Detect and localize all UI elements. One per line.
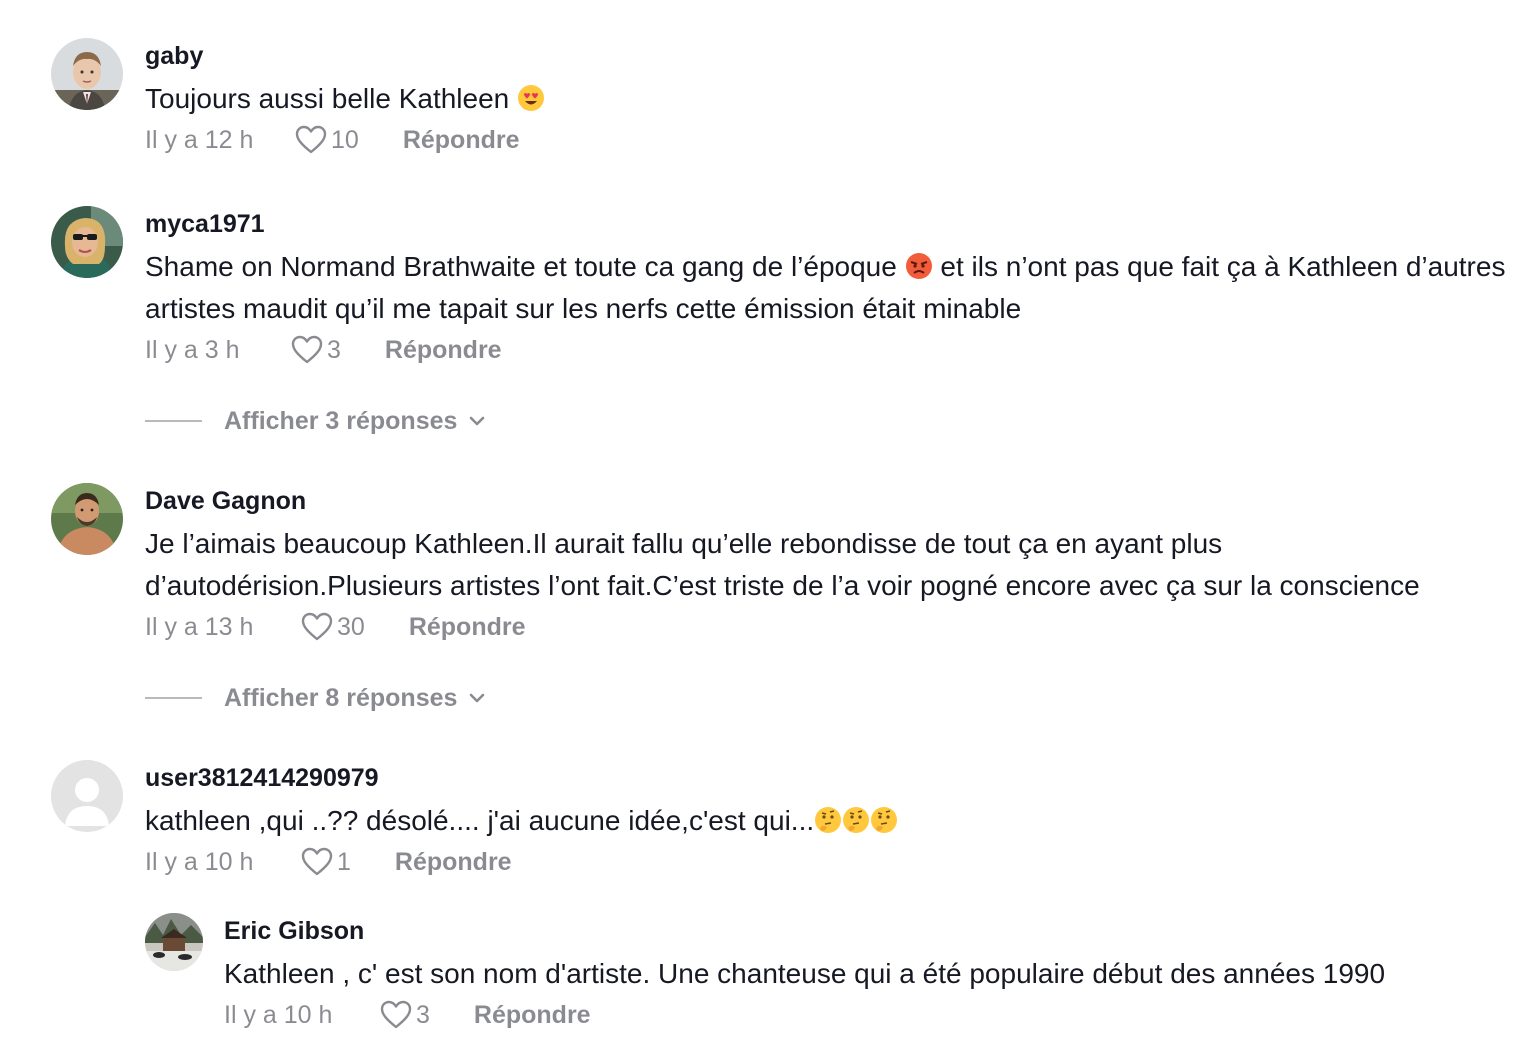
chevron-down-icon: [470, 416, 485, 426]
comment-text: Kathleen , c' est son nom d'artiste. Une…: [224, 953, 1518, 995]
like-button[interactable]: 3: [380, 1000, 430, 1030]
comment-body: user3812414290979 kathleen ,qui ..?? dés…: [145, 760, 1518, 882]
heart-outline-icon: [295, 125, 327, 154]
comment-text-content: kathleen ,qui ..?? désolé.... j'ai aucun…: [145, 805, 815, 836]
like-count: 1: [337, 847, 351, 876]
comment-time: Il y a 12 h: [145, 125, 254, 154]
comment-meta: Il y a 10 h 3 Répondre: [224, 995, 1518, 1035]
comment-item: Dave Gagnon Je l’aimais beaucoup Kathlee…: [51, 483, 1518, 653]
avatar[interactable]: [51, 760, 123, 832]
angry-face-emoji-icon: [905, 250, 933, 279]
like-button[interactable]: 3: [291, 335, 341, 365]
comment-body: myca1971 Shame on Normand Brathwaite et …: [145, 206, 1518, 370]
like-button[interactable]: 10: [295, 125, 359, 155]
chevron-down-icon: [470, 693, 485, 703]
avatar[interactable]: [51, 483, 123, 555]
divider-line: [145, 420, 202, 422]
comment-username[interactable]: user3812414290979: [145, 760, 1518, 796]
thinking-face-emoji-icon: [814, 804, 842, 833]
comment-body: Eric Gibson Kathleen , c' est son nom d'…: [224, 913, 1518, 1035]
reply-item: Eric Gibson Kathleen , c' est son nom d'…: [145, 913, 1518, 1043]
comment-text: Toujours aussi belle Kathleen: [145, 78, 1518, 120]
comment-meta: Il y a 10 h 1 Répondre: [145, 842, 1518, 882]
like-count: 3: [416, 1000, 430, 1029]
comment-meta: Il y a 12 h 10 Répondre: [145, 120, 1518, 160]
heart-eyes-emoji-icon: [517, 82, 545, 111]
comment-meta: Il y a 13 h 30 Répondre: [145, 607, 1518, 647]
avatar-image-woman: [51, 206, 123, 278]
reply-button[interactable]: Répondre: [409, 613, 526, 642]
view-replies-label: Afficher 8 réponses: [224, 683, 458, 712]
comment-text-content: Je l’aimais beaucoup Kathleen.Il aurait …: [145, 528, 1420, 601]
comment-time: Il y a 10 h: [145, 847, 254, 876]
comment-text: Shame on Normand Brathwaite et toute ca …: [145, 246, 1518, 330]
heart-outline-icon: [301, 847, 333, 876]
avatar[interactable]: [51, 38, 123, 110]
reply-button[interactable]: Répondre: [403, 126, 520, 155]
divider-line: [145, 697, 202, 699]
comment-text-content: Toujours aussi belle Kathleen: [145, 83, 510, 114]
comment-text-content: Kathleen , c' est son nom d'artiste. Une…: [224, 958, 1386, 989]
comment-body: Dave Gagnon Je l’aimais beaucoup Kathlee…: [145, 483, 1518, 647]
view-replies-button[interactable]: Afficher 3 réponses: [145, 402, 487, 440]
reply-button[interactable]: Répondre: [474, 1001, 591, 1030]
heart-outline-icon: [380, 1000, 412, 1029]
comment-username[interactable]: myca1971: [145, 206, 1518, 242]
avatar[interactable]: [51, 206, 123, 278]
avatar-image-cabin: [145, 913, 203, 971]
reply-button[interactable]: Répondre: [395, 848, 512, 877]
comment-text-content-part1: Shame on Normand Brathwaite et toute ca …: [145, 251, 897, 282]
comment-time: Il y a 3 h: [145, 335, 240, 364]
comment-username[interactable]: Eric Gibson: [224, 913, 1518, 949]
like-count: 30: [337, 612, 365, 641]
reply-button[interactable]: Répondre: [385, 336, 502, 365]
comment-body: gaby Toujours aussi belle Kathleen Il y …: [145, 38, 1518, 160]
heart-outline-icon: [291, 335, 323, 364]
like-button[interactable]: 1: [301, 847, 351, 877]
like-count: 10: [331, 125, 359, 154]
comment-item: gaby Toujours aussi belle Kathleen Il y …: [51, 38, 1518, 158]
avatar[interactable]: [145, 913, 203, 971]
comment-username[interactable]: gaby: [145, 38, 1518, 74]
view-replies-label: Afficher 3 réponses: [224, 406, 458, 435]
like-count: 3: [327, 335, 341, 364]
thinking-face-emoji-icon: [842, 804, 870, 833]
comment-item: myca1971 Shame on Normand Brathwaite et …: [51, 206, 1518, 376]
comment-time: Il y a 13 h: [145, 612, 254, 641]
comment-username[interactable]: Dave Gagnon: [145, 483, 1518, 519]
comment-text: Je l’aimais beaucoup Kathleen.Il aurait …: [145, 523, 1518, 607]
comment-time: Il y a 10 h: [224, 1000, 333, 1029]
like-button[interactable]: 30: [301, 612, 365, 642]
avatar-image-boy: [51, 38, 123, 110]
heart-outline-icon: [301, 612, 333, 641]
comment-text: kathleen ,qui ..?? désolé.... j'ai aucun…: [145, 800, 1518, 842]
thinking-face-emoji-icon: [870, 804, 898, 833]
comment-meta: Il y a 3 h 3 Répondre: [145, 330, 1518, 370]
comment-item: user3812414290979 kathleen ,qui ..?? dés…: [51, 760, 1518, 890]
default-avatar-icon: [51, 760, 123, 832]
avatar-image-man: [51, 483, 123, 555]
view-replies-button[interactable]: Afficher 8 réponses: [145, 679, 487, 717]
